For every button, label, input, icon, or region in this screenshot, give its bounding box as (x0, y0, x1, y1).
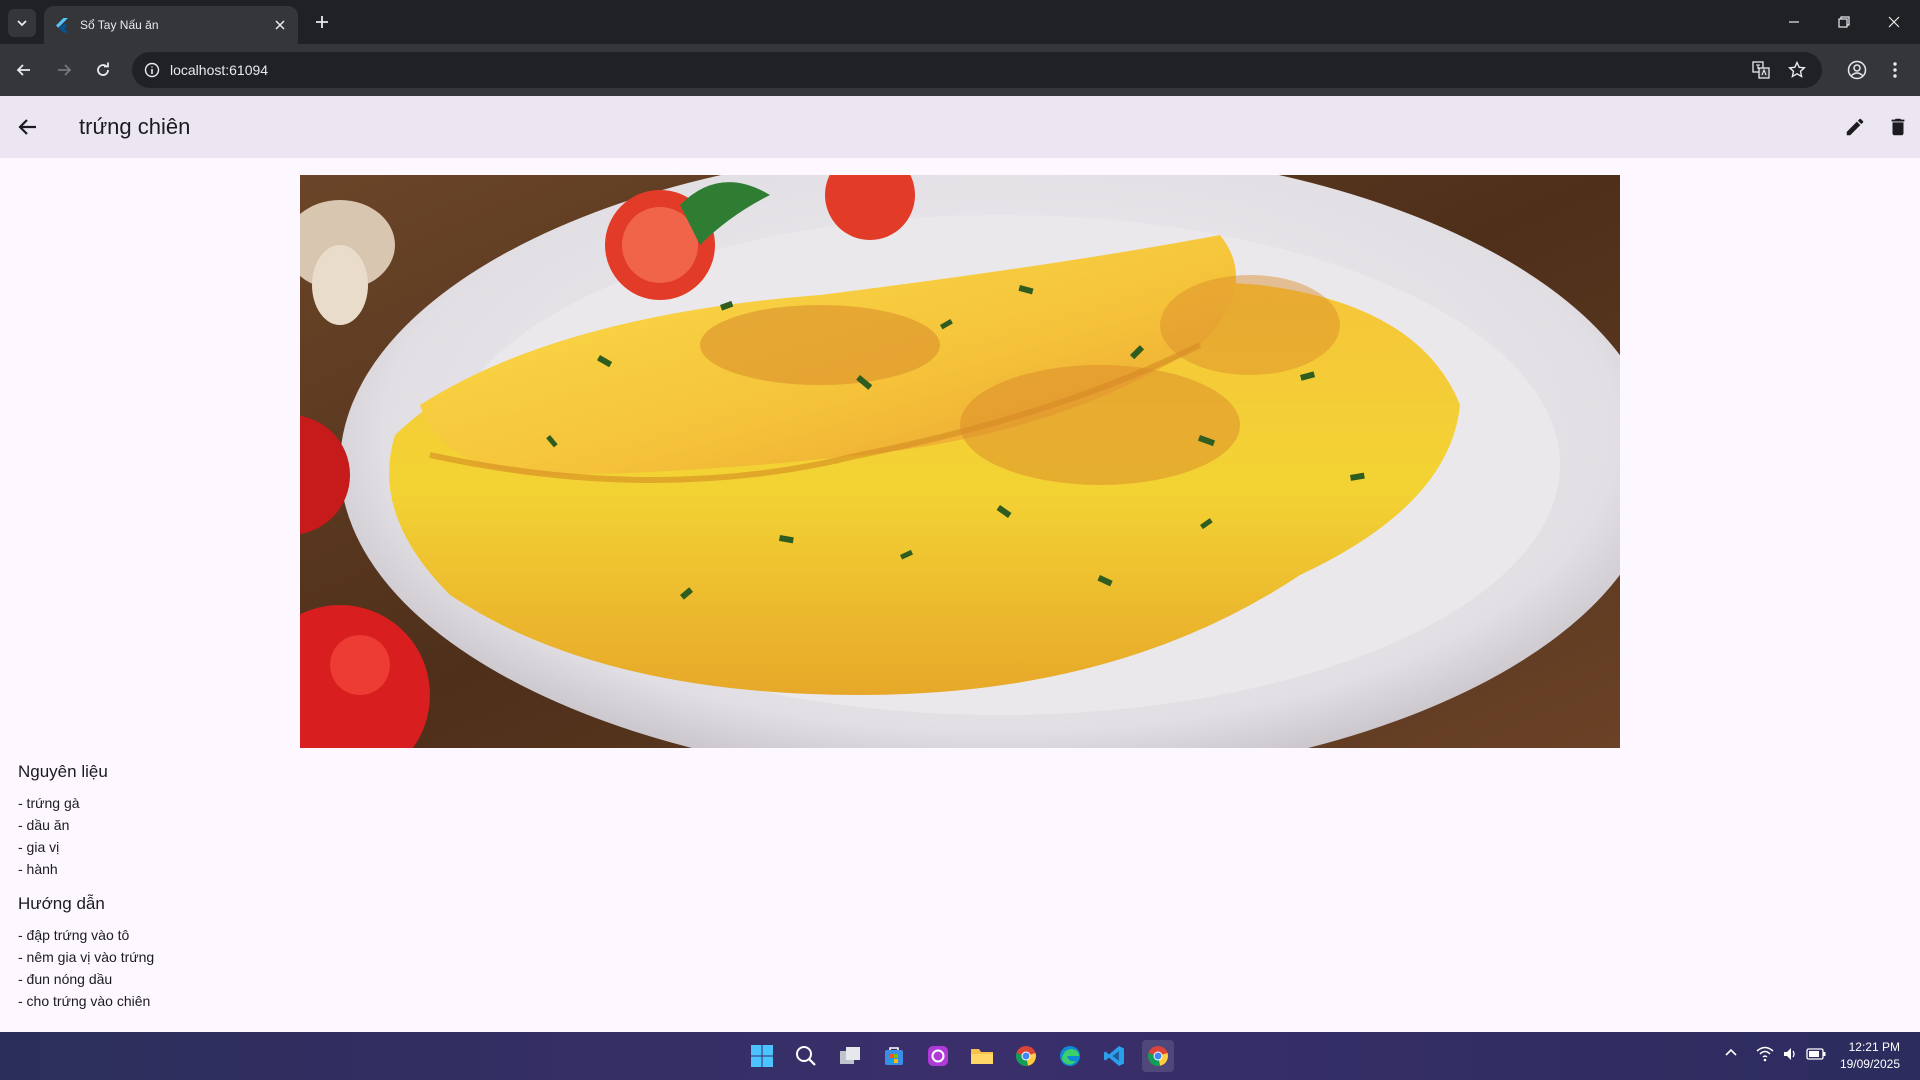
reload-button[interactable] (89, 56, 117, 84)
page-title: trứng chiên (79, 114, 191, 139)
close-window-button[interactable] (1869, 0, 1919, 44)
clock-date: 19/09/2025 (1839, 1057, 1900, 1071)
arrow-right-icon (58, 64, 72, 76)
chrome-icon (1148, 1046, 1168, 1066)
browser-forward-button[interactable] (50, 56, 78, 84)
vscode-icon (1104, 1046, 1124, 1066)
tab-title: Sổ Tay Nấu ăn (80, 18, 159, 32)
browser-tab-strip: Sổ Tay Nấu ăn (0, 0, 1920, 44)
reload-icon (97, 62, 109, 76)
more-vert-icon (1893, 62, 1897, 78)
ingredient-item: - dầu ăn (18, 817, 70, 833)
edit-button[interactable] (1841, 113, 1869, 141)
chrome-app[interactable] (1010, 1040, 1042, 1072)
windows-logo-icon (751, 1045, 773, 1067)
browser-back-button[interactable] (10, 56, 38, 84)
instructions-heading: Hướng dẫn (18, 894, 105, 913)
start-button[interactable] (746, 1040, 778, 1072)
battery-icon (1806, 1048, 1826, 1060)
chrome-app-active[interactable] (1142, 1040, 1174, 1072)
camera-app-icon (928, 1046, 948, 1066)
edge-app[interactable] (1054, 1040, 1086, 1072)
back-button[interactable] (14, 113, 42, 141)
minimize-icon (1789, 21, 1799, 23)
search-icon (796, 1046, 816, 1066)
instruction-item: - cho trứng vào chiên (18, 993, 151, 1009)
browser-tab[interactable]: Sổ Tay Nấu ăn (44, 6, 298, 44)
store-app[interactable] (878, 1040, 910, 1072)
camera-app[interactable] (922, 1040, 954, 1072)
tab-search-button[interactable] (8, 9, 36, 37)
new-tab-button[interactable] (310, 10, 334, 34)
flutter-favicon-icon (56, 18, 68, 33)
file-explorer-app[interactable] (966, 1040, 998, 1072)
address-bar[interactable]: localhost:61094 (132, 52, 1822, 88)
app-bar: trứng chiên (0, 96, 1920, 158)
translate-button[interactable] (1752, 52, 1770, 88)
arrow-left-icon (16, 64, 30, 76)
edge-icon (1060, 1046, 1080, 1066)
arrow-back-icon (18, 119, 36, 135)
trash-icon (1891, 118, 1905, 136)
folder-icon (971, 1049, 993, 1064)
browser-menu-button[interactable] (1881, 56, 1909, 84)
network-volume-battery[interactable] (1756, 1046, 1826, 1062)
store-icon (885, 1047, 903, 1065)
recipe-image (300, 175, 1620, 748)
url-text: localhost:61094 (170, 62, 269, 78)
profile-icon (1847, 60, 1867, 80)
chrome-icon (1016, 1046, 1036, 1066)
instruction-item: - nêm gia vị vào trứng (18, 949, 155, 965)
task-view-button[interactable] (834, 1040, 866, 1072)
translate-icon (1752, 61, 1770, 79)
volume-icon (1784, 1048, 1795, 1060)
vscode-app[interactable] (1098, 1040, 1130, 1072)
restore-icon (1838, 16, 1850, 28)
taskbar: 12:21 PM 19/09/2025 (0, 1032, 1920, 1080)
profile-button[interactable] (1843, 56, 1871, 84)
star-icon (1788, 61, 1806, 78)
wifi-icon (1756, 1046, 1774, 1062)
site-info-icon[interactable] (144, 62, 160, 78)
recipe-content: Nguyên liệu - trứng gà - dầu ăn - gia vị… (18, 762, 154, 1012)
close-icon (1888, 16, 1900, 28)
delete-button[interactable] (1884, 113, 1912, 141)
taskbar-search-button[interactable] (790, 1040, 822, 1072)
instruction-item: - đập trứng vào tô (18, 927, 130, 943)
browser-toolbar: localhost:61094 (0, 44, 1920, 96)
chevron-down-icon (17, 20, 27, 27)
ingredients-heading: Nguyên liệu (18, 762, 108, 781)
show-hidden-icons-button[interactable] (1724, 1046, 1738, 1060)
restore-button[interactable] (1819, 0, 1869, 44)
ingredient-item: - trứng gà (18, 795, 80, 811)
clock[interactable]: 12:21 PM 19/09/2025 (1840, 1039, 1900, 1073)
tab-close-icon[interactable] (272, 17, 288, 33)
minimize-button[interactable] (1769, 0, 1819, 44)
ingredient-item: - gia vị (18, 839, 60, 855)
plus-icon (316, 16, 328, 28)
chevron-up-icon (1725, 1048, 1737, 1056)
clock-time: 12:21 PM (1848, 1040, 1900, 1054)
ingredient-item: - hành (18, 861, 58, 877)
edit-icon (1846, 118, 1864, 136)
instruction-item: - đun nóng dầu (18, 971, 113, 987)
bookmark-button[interactable] (1788, 52, 1806, 88)
task-view-icon (840, 1047, 860, 1064)
